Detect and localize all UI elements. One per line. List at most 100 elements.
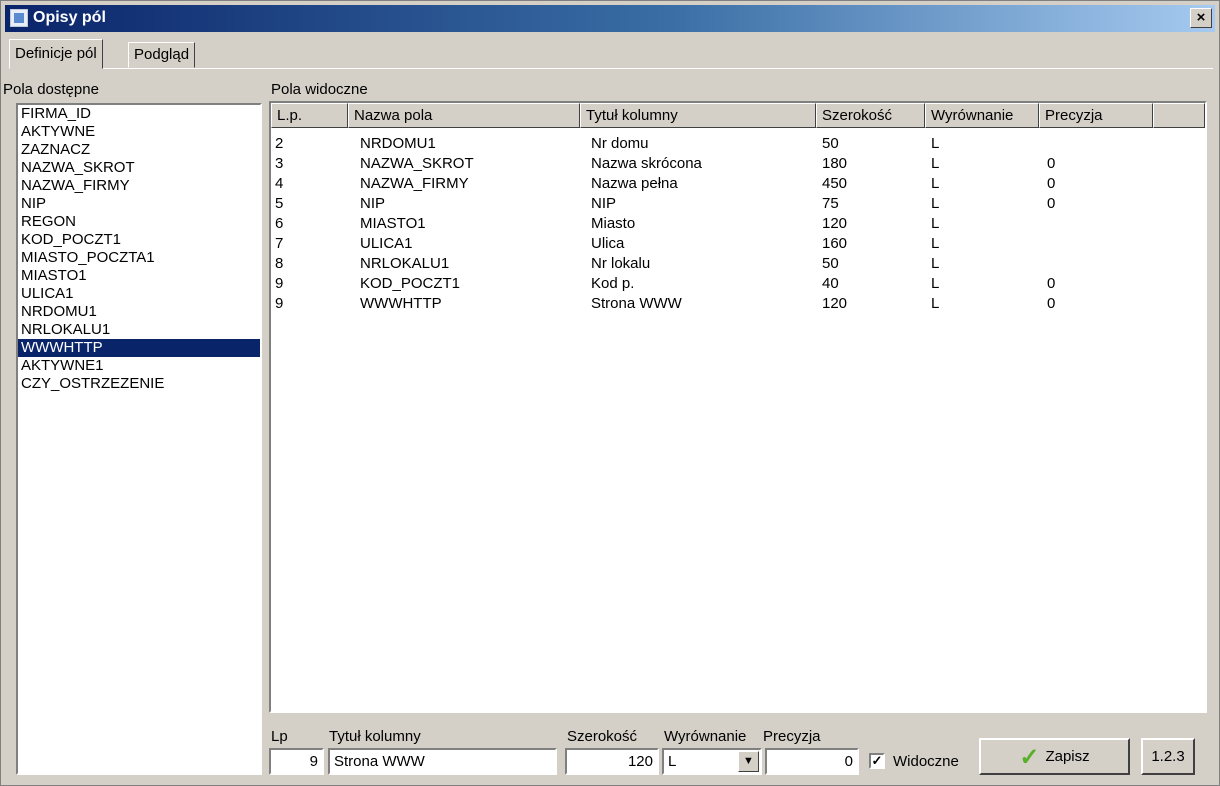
list-item[interactable]: NRLOKALU1 xyxy=(18,321,260,339)
table-cell: 3 xyxy=(275,155,284,172)
table-cell: 9 xyxy=(275,275,284,292)
window-title: Opisy pól xyxy=(33,9,106,26)
table-row[interactable]: 9 KOD_POCZT1 Kod p. 40 L 0 xyxy=(271,274,1205,294)
width-field-label: Szerokość xyxy=(567,728,638,745)
lp-label: Lp xyxy=(271,728,288,745)
column-header-nazwa-pola[interactable]: Nazwa pola xyxy=(348,103,580,128)
version-button[interactable]: 1.2.3 xyxy=(1141,738,1195,775)
table-cell: NAZWA_SKROT xyxy=(360,155,474,172)
available-fields-list[interactable]: FIRMA_ID AKTYWNE ZAZNACZ NAZWA_SKROT NAZWA_F… xyxy=(16,103,262,775)
title-bar[interactable]: Opisy pól × xyxy=(5,5,1215,32)
width-input[interactable]: 120 xyxy=(565,748,659,775)
table-cell: 4 xyxy=(275,175,284,192)
checkmark-icon: ✓ xyxy=(871,753,883,768)
table-cell: L xyxy=(931,175,940,192)
check-icon: ✓ xyxy=(1019,743,1040,771)
column-header-szerokosc[interactable]: Szerokość xyxy=(816,103,925,128)
visible-checkbox[interactable]: ✓ xyxy=(869,753,885,769)
list-item[interactable]: NAZWA_FIRMY xyxy=(18,177,260,195)
table-row[interactable]: 4 NAZWA_FIRMY Nazwa pełna 450 L 0 xyxy=(271,174,1205,194)
available-fields-label: Pola dostępne xyxy=(3,81,99,98)
table-cell: 75 xyxy=(822,195,839,212)
table-cell: L xyxy=(931,135,940,152)
table-cell: 2 xyxy=(275,135,284,152)
table-row[interactable]: 8 NRLOKALU1 Nr lokalu 50 L xyxy=(271,254,1205,274)
tab-definicje-pol[interactable]: Definicje pól xyxy=(9,39,103,69)
tab-podglad[interactable]: Podgląd xyxy=(128,42,196,68)
table-row[interactable]: 7 ULICA1 Ulica 160 L xyxy=(271,234,1205,254)
opisy-pol-window: Opisy pól × Definicje pól Podgląd Pola d… xyxy=(0,0,1220,786)
save-button-label: Zapisz xyxy=(1045,748,1090,765)
table-cell: 6 xyxy=(275,215,284,232)
column-header-lp[interactable]: L.p. xyxy=(271,103,348,128)
list-item[interactable]: NIP xyxy=(18,195,260,213)
title-input[interactable]: Strona WWW xyxy=(328,748,557,775)
table-cell: WWWHTTP xyxy=(360,295,442,312)
list-item[interactable]: AKTYWNE1 xyxy=(18,357,260,375)
table-cell: 7 xyxy=(275,235,284,252)
list-item[interactable]: FIRMA_ID xyxy=(18,105,260,123)
list-item[interactable]: KOD_POCZT1 xyxy=(18,231,260,249)
chevron-down-icon[interactable]: ▼ xyxy=(738,751,759,772)
precision-input[interactable]: 0 xyxy=(765,748,859,775)
lp-input[interactable]: 9 xyxy=(269,748,324,775)
visible-fields-grid[interactable]: L.p. Nazwa pola Tytuł kolumny Szerokość … xyxy=(269,101,1207,713)
table-cell: 0 xyxy=(1047,155,1056,172)
column-header-filler xyxy=(1153,103,1205,128)
table-cell: NIP xyxy=(591,195,617,212)
table-cell: 180 xyxy=(822,155,848,172)
table-cell: L xyxy=(931,295,940,312)
list-item[interactable]: ULICA1 xyxy=(18,285,260,303)
table-cell: 0 xyxy=(1047,295,1056,312)
table-cell: 0 xyxy=(1047,275,1056,292)
table-cell: NIP xyxy=(360,195,386,212)
table-cell: Miasto xyxy=(591,215,636,232)
table-cell: 8 xyxy=(275,255,284,272)
table-cell: MIASTO1 xyxy=(360,215,426,232)
list-item[interactable]: REGON xyxy=(18,213,260,231)
table-cell: NRDOMU1 xyxy=(360,135,436,152)
tab-divider xyxy=(9,68,1213,69)
table-row[interactable]: 6 MIASTO1 Miasto 120 L xyxy=(271,214,1205,234)
list-item[interactable]: ZAZNACZ xyxy=(18,141,260,159)
table-cell: 0 xyxy=(1047,195,1056,212)
table-cell: NAZWA_FIRMY xyxy=(360,175,469,192)
precision-field-label: Precyzja xyxy=(763,728,821,745)
table-cell: 5 xyxy=(275,195,284,212)
table-row[interactable]: 9 WWWHTTP Strona WWW 120 L 0 xyxy=(271,294,1205,314)
list-item[interactable]: NRDOMU1 xyxy=(18,303,260,321)
column-header-precyzja[interactable]: Precyzja xyxy=(1039,103,1153,128)
table-cell: Nazwa pełna xyxy=(591,175,678,192)
align-select[interactable]: L ▼ xyxy=(662,748,762,775)
table-cell: 450 xyxy=(822,175,848,192)
table-row[interactable]: 5 NIP NIP 75 L 0 xyxy=(271,194,1205,214)
list-item[interactable]: MIASTO1 xyxy=(18,267,260,285)
table-cell: Nazwa skrócona xyxy=(591,155,702,172)
align-field-label: Wyrównanie xyxy=(664,728,747,745)
table-cell: 50 xyxy=(822,255,839,272)
list-item[interactable]: AKTYWNE xyxy=(18,123,260,141)
list-item[interactable]: MIASTO_POCZTA1 xyxy=(18,249,260,267)
table-cell: KOD_POCZT1 xyxy=(360,275,461,292)
list-item[interactable]: NAZWA_SKROT xyxy=(18,159,260,177)
table-cell: 40 xyxy=(822,275,839,292)
save-button[interactable]: ✓ Zapisz xyxy=(979,738,1130,775)
table-cell: 120 xyxy=(822,215,848,232)
table-row[interactable]: 2 NRDOMU1 Nr domu 50 L xyxy=(271,134,1205,154)
table-cell: 0 xyxy=(1047,175,1056,192)
column-header-tytul-kolumny[interactable]: Tytuł kolumny xyxy=(580,103,816,128)
window-icon xyxy=(10,9,28,27)
table-cell: ULICA1 xyxy=(360,235,413,252)
table-row[interactable]: 3 NAZWA_SKROT Nazwa skrócona 180 L 0 xyxy=(271,154,1205,174)
column-header-wyrownanie[interactable]: Wyrównanie xyxy=(925,103,1039,128)
visible-checkbox-label[interactable]: Widoczne xyxy=(893,753,959,771)
table-cell: Strona WWW xyxy=(591,295,682,312)
table-cell: 120 xyxy=(822,295,848,312)
table-cell: L xyxy=(931,235,940,252)
table-cell: 160 xyxy=(822,235,848,252)
table-cell: L xyxy=(931,255,940,272)
list-item[interactable]: CZY_OSTRZEZENIE xyxy=(18,375,260,393)
close-button[interactable]: × xyxy=(1190,8,1212,28)
table-cell: Nr lokalu xyxy=(591,255,651,272)
list-item[interactable]: WWWHTTP xyxy=(18,339,260,357)
